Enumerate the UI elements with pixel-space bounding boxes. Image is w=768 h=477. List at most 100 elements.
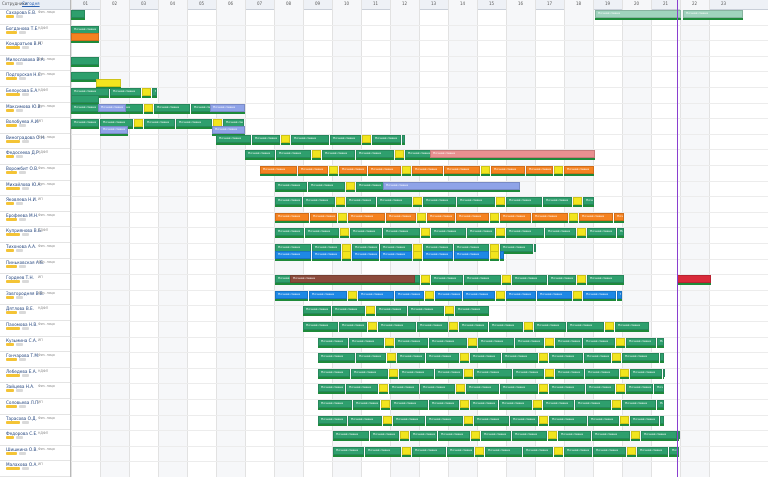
shift-bar[interactable] <box>548 431 557 440</box>
shift-bar[interactable]: Ночная смена <box>584 353 611 362</box>
shift-bar[interactable]: Ночная смена <box>435 290 462 299</box>
shift-bar[interactable]: Ночная смена <box>429 337 467 346</box>
shift-bar[interactable]: Ночная смена <box>545 228 576 237</box>
shift-bar[interactable]: Ночная смена <box>515 337 544 346</box>
shift-bar[interactable]: Ночная смена <box>339 322 367 330</box>
shift-bar[interactable] <box>490 251 499 259</box>
shift-bar[interactable]: Ночная смена <box>513 368 544 377</box>
shift-bar[interactable]: Ночная смена <box>318 368 350 377</box>
shift-bar[interactable]: Ночная смена <box>412 446 446 455</box>
shift-bar[interactable]: Ночная смена <box>305 228 339 237</box>
shift-bar[interactable]: Ночная смена <box>435 368 463 377</box>
shift-bar[interactable]: Ночная смена <box>376 306 407 315</box>
today-link[interactable]: Сегодня <box>22 1 40 6</box>
shift-bar[interactable]: Ночная смена <box>549 353 583 362</box>
shift-bar[interactable]: Ночная смена <box>466 384 499 393</box>
shift-bar[interactable]: Ночная смена <box>346 197 376 206</box>
shift-bar[interactable] <box>389 368 398 377</box>
shift-bar[interactable]: Ночная смена <box>395 337 428 346</box>
shift-bar[interactable]: Ночная смена <box>318 415 347 424</box>
shift-bar[interactable]: Ночная смена <box>368 166 401 174</box>
shift-bar[interactable] <box>627 446 636 455</box>
shift-bar[interactable]: Ночная смена <box>71 119 99 128</box>
shift-bar[interactable]: Ночная смена <box>212 126 245 135</box>
shift-bar[interactable]: Ночная смена <box>431 228 466 237</box>
shift-bar[interactable] <box>445 306 454 315</box>
shift-bar[interactable]: Ночная смена <box>426 415 463 424</box>
shift-bar[interactable] <box>539 415 548 424</box>
shift-bar[interactable]: Ночная смена <box>456 212 489 221</box>
shift-bar[interactable] <box>475 446 484 455</box>
resource-row[interactable]: Сахарова Е.В. Физ. лицо <box>0 9 70 25</box>
shift-bar[interactable]: Ночная смена <box>593 446 626 455</box>
resource-row[interactable]: Максимова Ю.В. Физ. лицо <box>0 103 70 119</box>
resource-row[interactable]: Волобуева А.И. ИП <box>0 118 70 134</box>
shift-bar[interactable] <box>71 56 99 65</box>
shift-bar[interactable]: Ночная смена <box>532 212 568 221</box>
shift-bar[interactable]: Ночная смена <box>502 353 538 362</box>
shift-bar[interactable] <box>471 431 480 440</box>
shift-bar[interactable] <box>677 275 711 284</box>
shift-bar[interactable]: Ночная смена <box>663 368 665 377</box>
shift-bar[interactable] <box>421 228 430 237</box>
resource-row[interactable]: Гордеев Т.Н. ИП <box>0 274 70 290</box>
shift-bar[interactable]: Ночная смена <box>464 275 501 284</box>
shift-bar[interactable] <box>336 197 345 206</box>
shift-bar[interactable]: Ночная смена <box>564 446 592 455</box>
shift-bar[interactable]: Ночная смена <box>391 400 428 408</box>
shift-bar[interactable] <box>612 353 621 362</box>
shift-bar[interactable]: Ночная смена <box>506 228 544 237</box>
shift-bar[interactable]: Ночная смена <box>353 400 380 408</box>
shift-bar[interactable]: Ночная смена <box>579 212 613 221</box>
shift-bar[interactable] <box>464 415 473 424</box>
shift-bar[interactable]: Ночная смена <box>372 134 401 143</box>
shift-bar[interactable] <box>381 400 390 408</box>
shift-bar[interactable]: Ночная смена <box>276 150 311 159</box>
shift-bar[interactable]: Ночная смена <box>260 166 297 174</box>
shift-bar[interactable]: Ночная смена <box>383 181 520 190</box>
shift-bar[interactable]: Ночная смена <box>463 290 495 299</box>
shift-bar[interactable]: Ночная смена <box>470 353 501 362</box>
shift-bar[interactable]: Ночная смена <box>506 197 542 206</box>
shift-bar[interactable] <box>368 322 377 330</box>
resource-row[interactable]: Куприянова В.Б. НДФЛ <box>0 227 70 243</box>
shift-bar[interactable]: Ночная смена <box>500 212 531 221</box>
shift-bar[interactable]: Ночная смена <box>309 290 347 299</box>
resource-row[interactable]: Соловьева Л.П. ИП <box>0 399 70 415</box>
shift-bar[interactable]: Ночная смена <box>426 353 459 362</box>
resource-row[interactable]: Михайлова Ю.А. Физ. лицо <box>0 181 70 197</box>
shift-bar[interactable] <box>312 150 321 159</box>
shift-bar[interactable]: Ночная смена <box>358 290 394 299</box>
resource-row[interactable]: Виноградова О.Н. Физ. лицо <box>0 134 70 150</box>
shift-bar[interactable]: Ночная смена <box>100 126 128 135</box>
shift-bar[interactable]: Ночная смена <box>615 322 649 330</box>
shift-bar[interactable] <box>481 166 490 174</box>
shift-bar[interactable]: Ночная смена <box>489 322 523 330</box>
shift-bar[interactable]: Ночная смена <box>318 384 345 393</box>
resource-row[interactable]: Кондратьев В.Н. ИП <box>0 40 70 56</box>
shift-bar[interactable] <box>612 400 621 408</box>
shift-bar[interactable]: Ночная смена <box>512 431 547 440</box>
shift-bar[interactable] <box>71 72 99 81</box>
shift-bar[interactable] <box>616 384 625 393</box>
shift-bar[interactable]: Ночная смена <box>98 103 126 112</box>
shift-bar[interactable] <box>402 166 411 174</box>
shift-bar[interactable]: Ночная смена <box>431 275 463 284</box>
shift-bar[interactable] <box>573 290 582 299</box>
shift-bar[interactable] <box>134 119 143 128</box>
shift-bar[interactable]: Ночная смена <box>377 197 412 206</box>
shift-bar[interactable]: Ночная смена <box>683 10 743 18</box>
shift-bar[interactable] <box>577 275 586 284</box>
shift-bar[interactable]: Ночная смена <box>534 244 536 252</box>
shift-bar[interactable]: Ночная смена <box>370 431 399 440</box>
shift-bar[interactable]: Ночная смена <box>454 251 489 259</box>
shift-bar[interactable] <box>533 400 542 408</box>
shift-bar[interactable]: Ночная смена <box>275 251 311 259</box>
shift-bar[interactable]: Ночная смена <box>423 251 453 259</box>
shift-bar[interactable]: Ночная смена <box>630 368 662 377</box>
shift-bar[interactable]: Ночная смена <box>397 353 425 362</box>
shift-bar[interactable] <box>340 228 349 237</box>
shift-bar[interactable]: Ночная смена <box>110 88 141 96</box>
shift-bar[interactable]: Ночная смена <box>660 415 664 424</box>
shift-bar[interactable]: Ночная смена <box>637 446 668 455</box>
